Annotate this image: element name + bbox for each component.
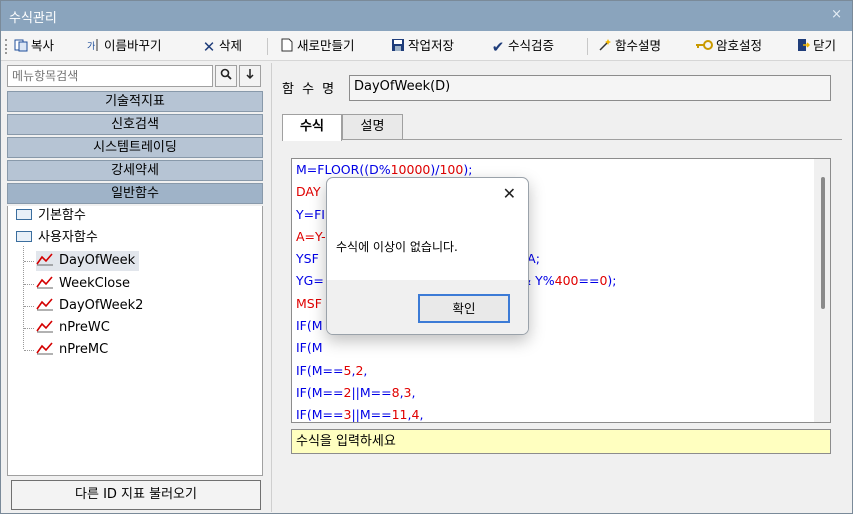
svg-text:가: 가	[87, 41, 95, 52]
code-line: IF(M==5,2,	[296, 362, 368, 378]
tree-item-label: WeekClose	[59, 276, 131, 291]
tree-item-nprewc[interactable]: nPreWC	[36, 318, 110, 338]
exit-door-icon	[796, 38, 811, 52]
copy-label: 복사	[31, 38, 55, 53]
rename-label: 이름바꾸기	[104, 38, 162, 53]
arrow-down-icon	[246, 69, 254, 80]
category-general-functions[interactable]: 일반함수	[7, 183, 263, 204]
tree-folder-user[interactable]: 사용자함수	[16, 228, 98, 248]
tree-connector	[24, 306, 34, 307]
tree-item-dayofweek2[interactable]: DayOfWeek2	[36, 296, 143, 316]
verify-label: 수식검증	[508, 38, 555, 53]
chart-line-icon	[36, 298, 53, 311]
folder-icon	[16, 209, 32, 220]
function-name-label: 함 수 명	[282, 82, 337, 97]
tree-item-weekclose[interactable]: WeekClose	[36, 274, 130, 294]
folder-label: 기본함수	[38, 208, 86, 223]
copy-button[interactable]: 복사	[14, 36, 54, 56]
tree-item-label: DayOfWeek2	[59, 298, 144, 313]
close-label: 닫기	[813, 38, 837, 53]
tree-item-label: DayOfWeek	[59, 253, 136, 268]
load-other-id-button[interactable]: 다른 ID 지표 불러오기	[11, 480, 261, 510]
code-line: IF(M==2||M==8,3,	[296, 384, 416, 400]
category-signal-search[interactable]: 신호검색	[7, 114, 263, 135]
tab-divider	[282, 139, 842, 140]
tree-item-dayofweek[interactable]: DayOfWeek	[36, 251, 140, 271]
tree-folder-basic[interactable]: 기본함수	[16, 206, 86, 226]
dialog-footer: 확인	[327, 280, 528, 334]
title-bar: 수식관리 ×	[1, 1, 852, 31]
formula-manager-window: 수식관리 × 복사 가 이름바꾸기 ✕ 삭제 새로만들기 작업저장 ✔ 수식검증 함수…	[0, 0, 853, 514]
new-document-icon	[280, 38, 294, 52]
verify-button[interactable]: ✔ 수식검증	[491, 36, 554, 56]
tree-connector	[24, 350, 34, 351]
save-label: 작업저장	[408, 38, 455, 53]
function-name-field[interactable]: DayOfWeek(D)	[349, 75, 831, 101]
toolbar-separator	[267, 38, 268, 55]
collapse-button[interactable]	[239, 65, 261, 87]
tree-connector	[24, 284, 34, 285]
toolbar-grip[interactable]	[5, 39, 8, 54]
formula-input-hint[interactable]: 수식을 입력하세요	[291, 429, 831, 454]
toolbar: 복사 가 이름바꾸기 ✕ 삭제 새로만들기 작업저장 ✔ 수식검증 함수설명 암호설정…	[1, 31, 852, 61]
folder-label: 사용자함수	[38, 230, 98, 245]
close-button[interactable]: 닫기	[796, 36, 836, 56]
tree-item-label: nPreWC	[59, 320, 110, 335]
chart-line-icon	[36, 320, 53, 333]
password-label: 암호설정	[716, 38, 763, 53]
verification-dialog: ✕ 수식에 이상이 없습니다. 확인	[326, 177, 529, 335]
save-button[interactable]: 작업저장	[391, 36, 454, 56]
scrollbar-thumb[interactable]	[821, 177, 825, 309]
delete-icon: ✕	[202, 38, 216, 56]
code-line: IF(M	[296, 340, 323, 356]
function-help-label: 함수설명	[615, 38, 662, 53]
dialog-message: 수식에 이상이 없습니다.	[336, 240, 458, 254]
category-technical-indicators[interactable]: 기술적지표	[7, 91, 263, 112]
category-list: 기술적지표 신호검색 시스템트레이딩 강세약세 일반함수	[7, 91, 263, 206]
chart-line-icon	[36, 253, 53, 266]
new-label: 새로만들기	[297, 38, 355, 53]
magic-wand-icon	[598, 38, 612, 52]
search-box[interactable]	[7, 65, 213, 87]
rename-icon: 가	[87, 38, 101, 52]
left-panel: 기술적지표 신호검색 시스템트레이딩 강세약세 일반함수 기본함수 사용자함수 …	[5, 63, 267, 512]
window-close-icon[interactable]: ×	[831, 7, 842, 22]
delete-button[interactable]: ✕ 삭제	[202, 36, 242, 56]
folder-icon	[16, 231, 32, 242]
check-icon: ✔	[491, 38, 505, 56]
copy-icon	[14, 38, 28, 52]
tab-formula[interactable]: 수식	[282, 114, 342, 141]
function-tree: 기본함수 사용자함수 DayOfWeek WeekClose DayOfWeek…	[7, 206, 263, 476]
key-icon	[695, 38, 713, 52]
dialog-close-icon[interactable]: ✕	[503, 184, 516, 203]
rename-button[interactable]: 가 이름바꾸기	[87, 36, 162, 56]
tab-description[interactable]: 설명	[342, 114, 403, 139]
search-button[interactable]	[215, 65, 237, 87]
category-strength-weakness[interactable]: 강세약세	[7, 160, 263, 181]
delete-label: 삭제	[219, 38, 243, 53]
code-line: IF(M==3||M==11,4,	[296, 407, 424, 423]
chart-line-icon	[36, 276, 53, 289]
search-icon	[220, 68, 232, 80]
search-input[interactable]	[8, 66, 212, 86]
tree-item-npremc[interactable]: nPreMC	[36, 340, 108, 360]
tree-connector	[24, 261, 34, 262]
tree-connector	[24, 328, 34, 329]
ok-button[interactable]: 확인	[418, 294, 510, 323]
category-system-trading[interactable]: 시스템트레이딩	[7, 137, 263, 158]
window-title: 수식관리	[9, 11, 57, 26]
tree-item-label: nPreMC	[59, 342, 109, 357]
vertical-scrollbar[interactable]	[814, 159, 830, 422]
function-help-button[interactable]: 함수설명	[598, 36, 661, 56]
chart-line-icon	[36, 342, 53, 355]
new-button[interactable]: 새로만들기	[280, 36, 355, 56]
password-button[interactable]: 암호설정	[695, 36, 762, 56]
toolbar-separator	[587, 38, 588, 55]
save-icon	[391, 38, 405, 52]
